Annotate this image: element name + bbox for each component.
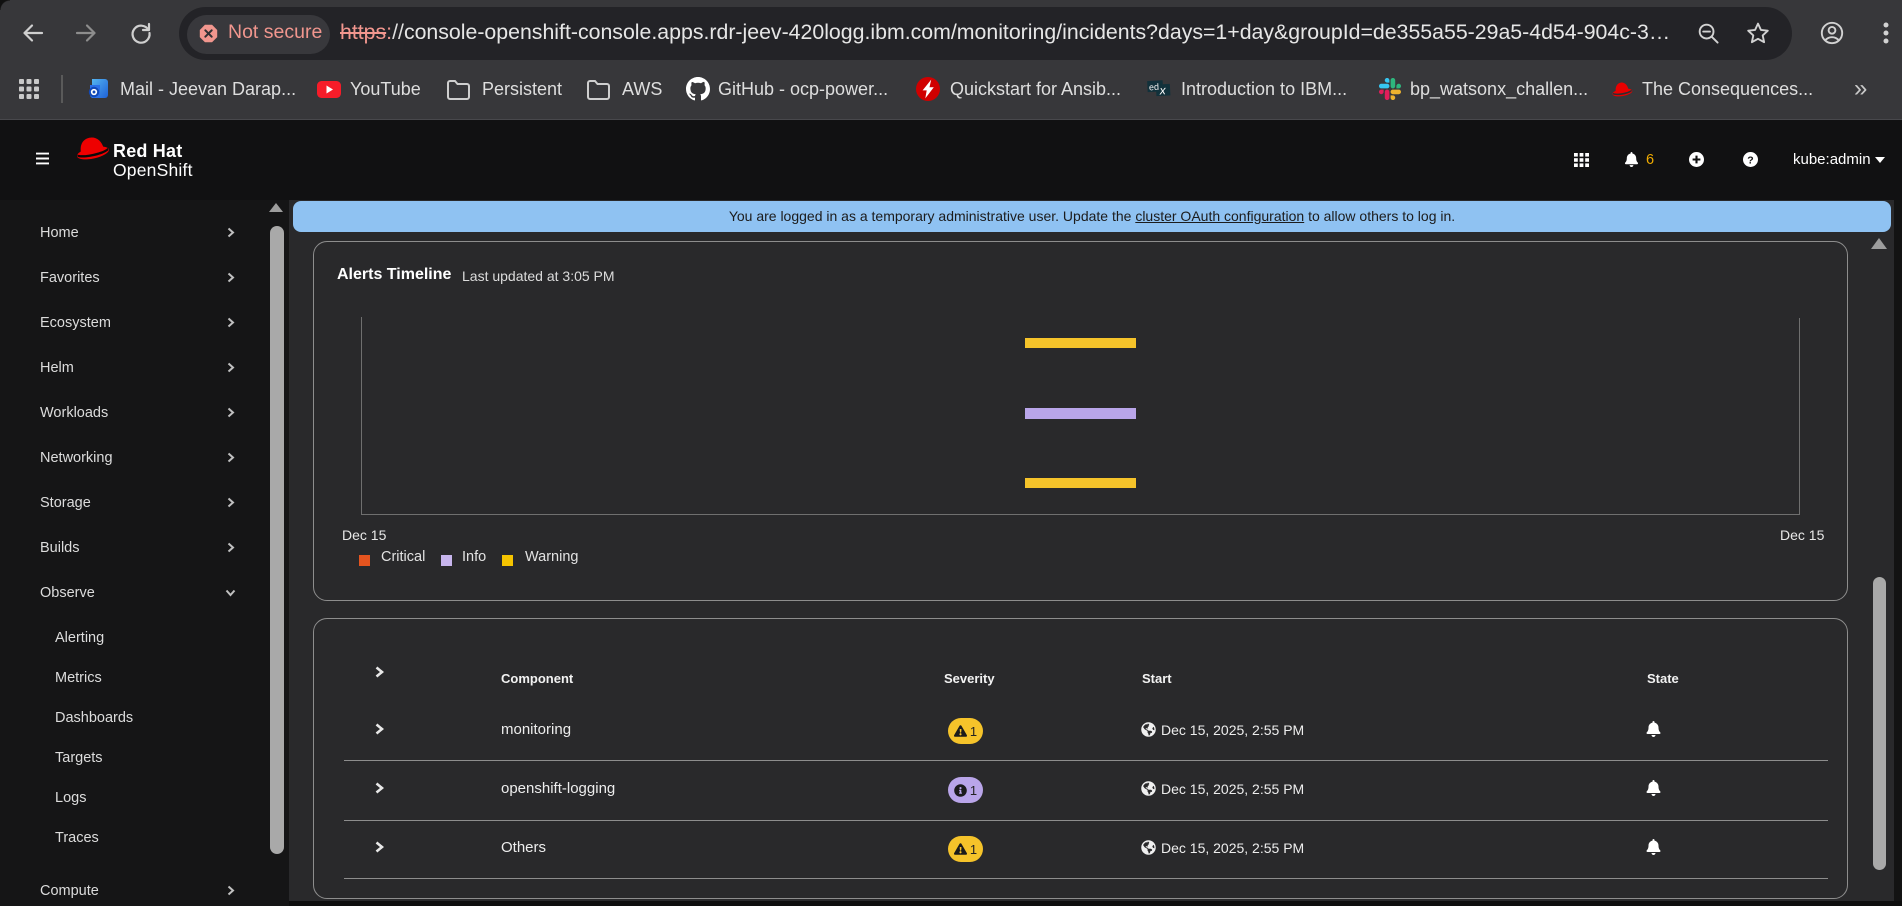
svg-text:?: ? (1747, 154, 1753, 166)
svg-text:ed: ed (1149, 82, 1160, 93)
